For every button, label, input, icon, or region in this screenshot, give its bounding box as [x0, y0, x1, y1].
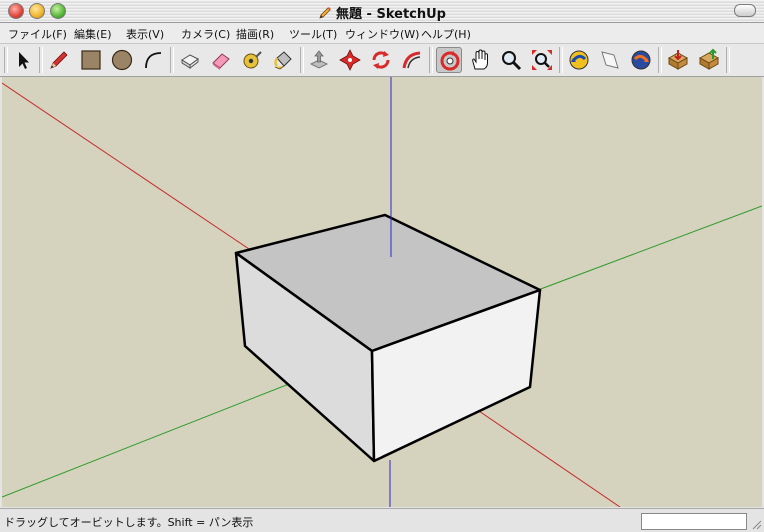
share-model-button[interactable]: [696, 47, 722, 73]
green-axis-line: [2, 381, 295, 498]
rotate-icon: [372, 51, 390, 69]
red-axis-line: [475, 408, 621, 507]
follow-me-icon: [402, 51, 421, 69]
line-tool-button[interactable]: [46, 47, 72, 73]
circle-tool-button[interactable]: [109, 47, 135, 73]
make-component-button[interactable]: [177, 47, 203, 73]
select-tool-button[interactable]: [10, 47, 36, 73]
zoom-extents-icon: [532, 50, 552, 70]
arrow-cursor-icon: [19, 52, 29, 69]
magnifier-icon: [502, 51, 522, 71]
rectangle-icon: [81, 50, 101, 70]
section-plane-button[interactable]: [597, 47, 623, 73]
move-tool-button[interactable]: [337, 47, 363, 73]
arc-tool-button[interactable]: [140, 47, 166, 73]
previous-view-icon: [569, 50, 589, 70]
toolbar-separator: [39, 47, 43, 73]
pencil-doc-icon: [318, 6, 332, 20]
green-axis-line: [537, 205, 762, 291]
menu-file[interactable]: ファイル(F): [8, 26, 67, 42]
menu-window[interactable]: ウィンドウ(W): [345, 26, 419, 42]
move-icon: [339, 49, 361, 71]
toolbar-separator: [726, 47, 730, 73]
modeling-viewport[interactable]: [2, 77, 762, 507]
rotate-tool-button[interactable]: [368, 47, 394, 73]
menu-view[interactable]: 表示(V): [126, 26, 164, 42]
toolbar-separator: [559, 47, 563, 73]
window-title-text: 無題 - SketchUp: [336, 7, 446, 22]
component-icon: [181, 54, 199, 69]
toolbar-separator: [429, 47, 433, 73]
window-title: 無題 - SketchUp: [0, 3, 764, 22]
follow-me-tool-button[interactable]: [399, 47, 425, 73]
toolbar-separator: [4, 47, 8, 73]
previous-view-button[interactable]: [566, 47, 592, 73]
hand-icon: [472, 49, 488, 70]
pencil-icon: [50, 51, 68, 69]
arc-icon: [145, 52, 162, 69]
menu-camera[interactable]: カメラ(C): [181, 26, 230, 42]
toolbar-separator: [170, 47, 174, 73]
toolbar-toggle-button[interactable]: [734, 4, 756, 17]
status-text: ドラッグしてオービットします。Shift = パン表示: [4, 516, 254, 529]
zoom-extents-tool-button[interactable]: [529, 47, 555, 73]
eraser-icon: [212, 53, 230, 70]
get-models-button[interactable]: [665, 47, 691, 73]
push-pull-icon: [309, 50, 329, 69]
menu-edit[interactable]: 編集(E): [74, 26, 112, 42]
eraser-tool-button[interactable]: [208, 47, 234, 73]
paint-bucket-icon: [274, 51, 292, 70]
tape-measure-icon: [243, 51, 262, 69]
push-pull-tool-button[interactable]: [306, 47, 332, 73]
tape-measure-tool-button[interactable]: [239, 47, 265, 73]
rectangle-tool-button[interactable]: [78, 47, 104, 73]
toolbar-separator: [658, 47, 662, 73]
get-models-icon: [667, 50, 689, 70]
menu-tools[interactable]: ツール(T): [289, 26, 337, 42]
zoom-tool-button[interactable]: [498, 47, 524, 73]
circle-icon: [111, 49, 133, 71]
section-icon: [601, 51, 619, 69]
title-bar[interactable]: 無題 - SketchUp: [0, 0, 764, 23]
red-axis-line: [2, 82, 253, 252]
main-toolbar: [0, 44, 764, 77]
status-bar: ドラッグしてオービットします。Shift = パン表示: [0, 508, 764, 532]
scene-canvas[interactable]: [2, 77, 762, 507]
toolbar-separator: [300, 47, 304, 73]
pan-tool-button[interactable]: [467, 47, 493, 73]
resize-grip-icon[interactable]: [750, 518, 762, 530]
next-view-icon: [631, 50, 651, 70]
share-model-icon: [698, 48, 720, 70]
orbit-tool-button[interactable]: [436, 47, 462, 73]
menu-draw[interactable]: 描画(R): [236, 26, 274, 42]
orbit-icon: [440, 51, 460, 71]
sketchup-window: 無題 - SketchUp ファイル(F) 編集(E) 表示(V) カメラ(C)…: [0, 0, 764, 532]
menu-help[interactable]: ヘルプ(H): [421, 26, 471, 42]
next-view-button[interactable]: [628, 47, 654, 73]
menu-bar: ファイル(F) 編集(E) 表示(V) カメラ(C) 描画(R) ツール(T) …: [0, 23, 764, 44]
measurements-box[interactable]: [641, 513, 747, 530]
paint-bucket-tool-button[interactable]: [270, 47, 296, 73]
